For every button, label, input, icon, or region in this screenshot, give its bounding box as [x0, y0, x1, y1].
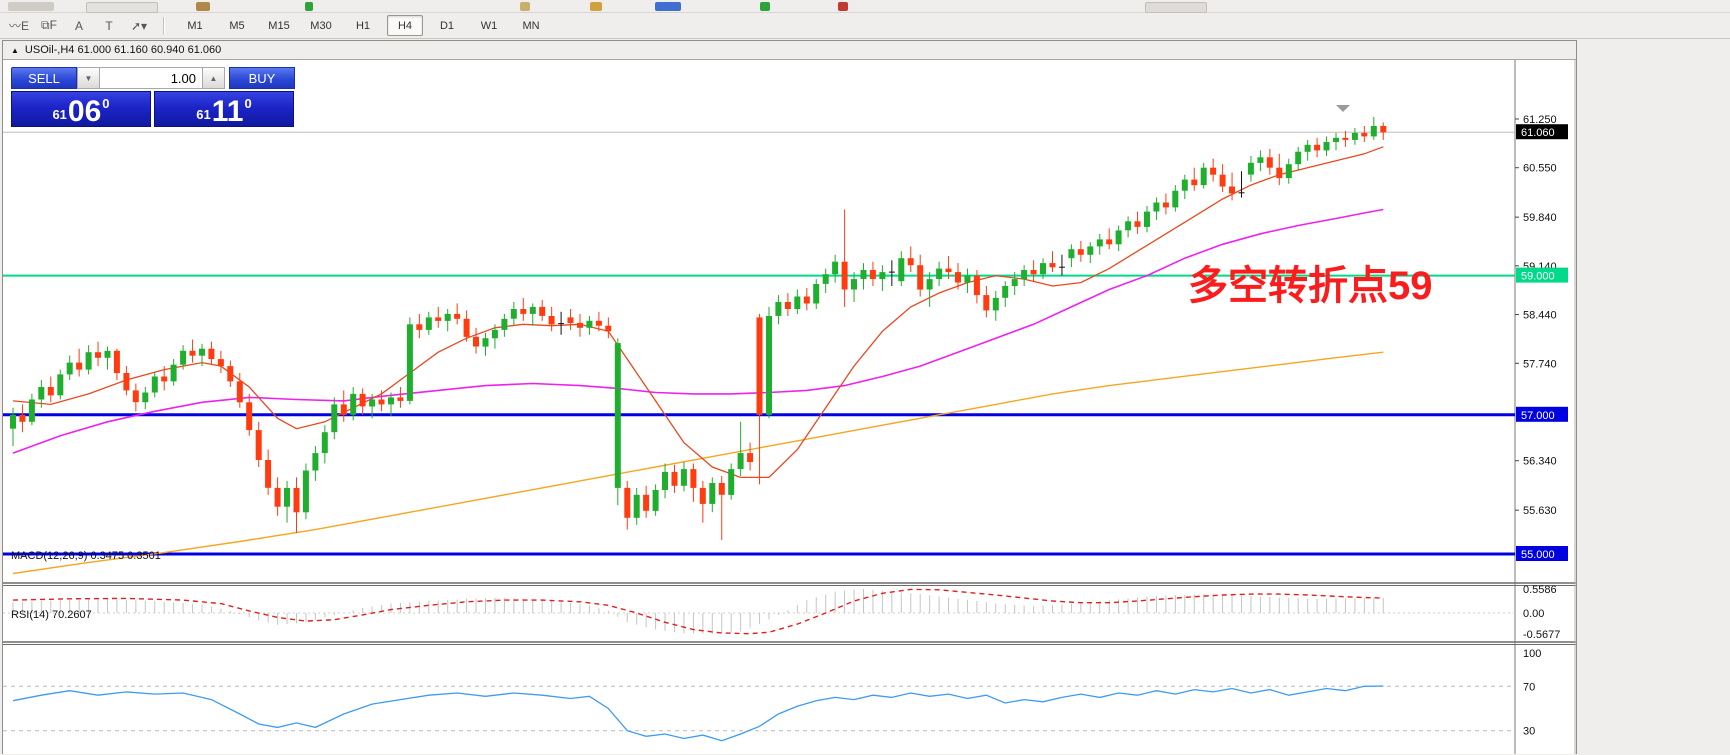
collapse-arrow-icon[interactable]: ▲ — [11, 46, 19, 55]
timeframe-button-m15[interactable]: M15 — [261, 15, 297, 36]
sell-price-big: 06 — [67, 94, 102, 128]
one-click-trade-panel: SELL ▼ 1.00 ▲ BUY 61 06 0 61 11 0 — [11, 67, 299, 127]
svg-text:100: 100 — [1523, 648, 1541, 660]
svg-text:59.840: 59.840 — [1523, 212, 1557, 224]
svg-text:70: 70 — [1523, 681, 1535, 693]
timeframe-button-w1[interactable]: W1 — [471, 15, 507, 36]
text-tool-icon[interactable]: A — [66, 15, 92, 37]
arrows-tool-icon[interactable]: ➚▾ — [126, 15, 152, 37]
sell-button[interactable]: SELL — [11, 67, 77, 89]
timeframe-button-d1[interactable]: D1 — [429, 15, 465, 36]
toolbar-sliver-icon — [305, 2, 313, 11]
svg-text:30: 30 — [1523, 726, 1535, 738]
buy-price-small: 61 — [196, 107, 211, 122]
rsi-label: RSI(14) 70.2607 — [11, 609, 92, 621]
volume-increase-button[interactable]: ▲ — [202, 67, 225, 89]
toolbar-sliver-icon — [196, 2, 210, 11]
svg-text:55.630: 55.630 — [1523, 505, 1557, 517]
elliott-wave-tool-icon[interactable]: 〰E — [6, 15, 32, 37]
volume-input[interactable]: 1.00 — [100, 67, 202, 89]
timeframe-button-m1[interactable]: M1 — [177, 15, 213, 36]
svg-text:0.5586: 0.5586 — [1523, 584, 1557, 596]
toolbar-separator — [163, 16, 165, 35]
chart-canvas[interactable]: 61.25060.55059.84059.14058.44057.74056.3… — [3, 60, 1576, 754]
svg-text:0.00: 0.00 — [1523, 608, 1544, 620]
timeframe-button-mn[interactable]: MN — [513, 15, 549, 36]
chart-title: USOil-,H4 61.000 61.160 60.940 61.060 — [24, 44, 222, 56]
svg-text:59.000: 59.000 — [1521, 271, 1555, 283]
toolbar-sliver-icon — [520, 2, 530, 11]
drawing-tools-group: 〰E ⧉F A T ➚▾ — [0, 15, 158, 37]
timeframe-button-m5[interactable]: M5 — [219, 15, 255, 36]
buy-price-tile[interactable]: 61 11 0 — [154, 91, 294, 127]
clipped-toolbar-row — [0, 0, 1730, 13]
toolbar-sliver-icon — [838, 2, 848, 11]
chart-toolbar: 〰E ⧉F A T ➚▾ M1 M5 M15 M30 H1 H4 D1 W1 MN — [0, 13, 1730, 39]
timeframe-button-h1[interactable]: H1 — [345, 15, 381, 36]
svg-text:-0.5677: -0.5677 — [1523, 629, 1560, 641]
toolbar-sliver-icon — [760, 2, 770, 11]
chart-window[interactable]: ▲ USOil-,H4 61.000 61.160 60.940 61.060 … — [2, 40, 1577, 754]
sell-price-sup: 0 — [102, 96, 110, 111]
toolbar-sliver-icon — [590, 2, 602, 11]
toolbar-sliver-icon — [655, 2, 681, 11]
timeframe-button-m30[interactable]: M30 — [303, 15, 339, 36]
toolbar-sliver-icon — [1145, 2, 1207, 13]
svg-text:61.250: 61.250 — [1523, 114, 1557, 126]
svg-text:58.440: 58.440 — [1523, 310, 1557, 322]
svg-text:57.000: 57.000 — [1521, 410, 1555, 422]
svg-text:57.740: 57.740 — [1523, 358, 1557, 370]
fibonacci-tool-icon[interactable]: ⧉F — [36, 15, 62, 37]
svg-text:60.550: 60.550 — [1523, 163, 1557, 175]
timeframe-button-h4[interactable]: H4 — [387, 15, 423, 36]
buy-price-big: 11 — [211, 94, 244, 128]
svg-text:61.060: 61.060 — [1521, 127, 1555, 139]
toolbar-sliver-icon — [8, 2, 54, 11]
toolbar-sliver-icon — [86, 2, 158, 13]
chart-annotation-text: 多空转折点59 — [1188, 264, 1433, 308]
svg-text:56.340: 56.340 — [1523, 456, 1557, 468]
macd-label: MACD(12,26,9) 0.3475 0.3501 — [11, 550, 161, 562]
volume-decrease-button[interactable]: ▼ — [77, 67, 100, 89]
buy-button[interactable]: BUY — [229, 67, 295, 89]
chart-title-strip: ▲ USOil-,H4 61.000 61.160 60.940 61.060 — [3, 41, 1576, 60]
svg-text:55.000: 55.000 — [1521, 549, 1555, 561]
mt4-terminal: { "toolbar": { "tool_icons": [ {"name": … — [0, 0, 1730, 755]
buy-price-sup: 0 — [244, 96, 252, 111]
text-label-tool-icon[interactable]: T — [96, 15, 122, 37]
timeframe-bar: M1 M5 M15 M30 H1 H4 D1 W1 MN — [170, 15, 556, 36]
sell-price-tile[interactable]: 61 06 0 — [11, 91, 151, 127]
sell-price-small: 61 — [52, 107, 67, 122]
